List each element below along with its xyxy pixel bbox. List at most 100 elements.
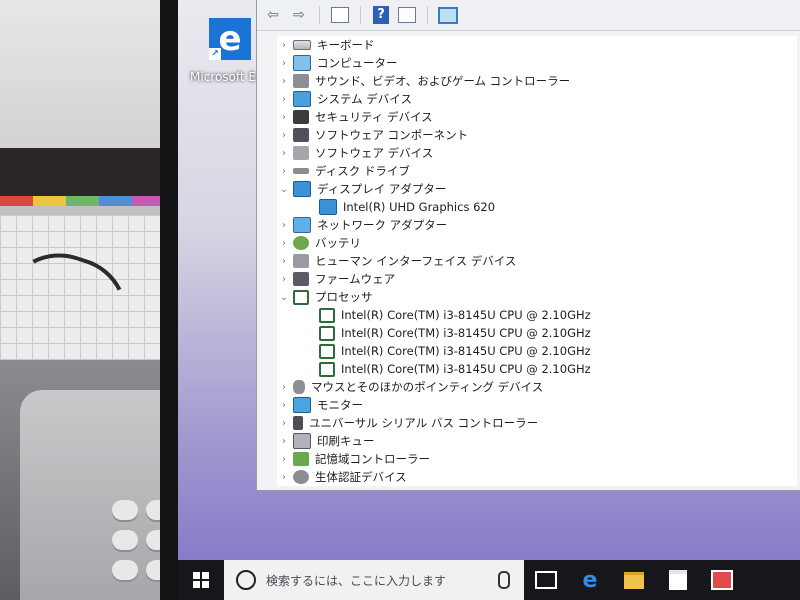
back-arrow-icon[interactable]: ⇦ [263, 5, 283, 25]
phone-key [112, 500, 138, 520]
chevron-right-icon[interactable]: › [277, 256, 291, 267]
device-category[interactable]: › サウンド、ビデオ、およびゲーム コントローラー [277, 72, 797, 90]
hid-icon [293, 254, 309, 268]
store-icon [669, 570, 687, 590]
device-category[interactable]: › セキュリティ デバイス [277, 108, 797, 126]
taskbar: 検索するには、ここに入力します e [178, 560, 800, 600]
device-category[interactable]: › ソフトウェア コンポーネント [277, 126, 797, 144]
chevron-right-icon[interactable]: › [277, 220, 291, 231]
taskbar-search-box[interactable]: 検索するには、ここに入力します [224, 560, 524, 600]
toolbar: ⇦ ⇨ ? [257, 0, 800, 31]
chevron-right-icon[interactable]: › [277, 400, 291, 411]
toolbar-separator [319, 6, 320, 24]
device-item[interactable]: Intel(R) Core(TM) i3-8145U CPU @ 2.10GHz [277, 324, 797, 342]
ruler-strip [0, 148, 165, 206]
network-icon [293, 217, 311, 233]
chevron-right-icon[interactable]: › [277, 472, 291, 483]
edge-taskbar-button[interactable]: e [568, 560, 612, 600]
show-hide-console-tree-button[interactable] [330, 5, 350, 25]
chevron-down-icon[interactable]: ⌄ [277, 184, 291, 195]
chevron-right-icon[interactable]: › [277, 274, 291, 285]
device-category[interactable]: › バッテリ [277, 234, 797, 252]
device-item-label: Intel(R) UHD Graphics 620 [343, 200, 496, 214]
device-category[interactable]: › 印刷キュー [277, 432, 797, 450]
forward-arrow-icon[interactable]: ⇨ [289, 5, 309, 25]
chevron-right-icon[interactable]: › [277, 148, 291, 159]
device-category-label: ソフトウェア コンポーネント [315, 128, 469, 142]
processor-icon [293, 289, 309, 305]
device-category-label: ディスク ドライブ [315, 164, 410, 178]
display-adapter-icon [319, 199, 337, 215]
desktop-screen: e ↗ Microsoft Ed ⇦ ⇨ ? › キーボード › コンピューター › サウ… [178, 0, 800, 572]
device-category[interactable]: › ネットワーク アダプター [277, 216, 797, 234]
device-item-label: Intel(R) Core(TM) i3-8145U CPU @ 2.10GHz [341, 344, 591, 358]
device-category[interactable]: › 生体認証デバイス [277, 468, 797, 486]
store-button[interactable] [656, 560, 700, 600]
device-category[interactable]: ⌄ ディスプレイ アダプター [277, 180, 797, 198]
shortcut-arrow-icon: ↗ [209, 48, 221, 60]
device-category-label: ヒューマン インターフェイス デバイス [315, 254, 517, 268]
device-category[interactable]: › システム デバイス [277, 90, 797, 108]
desk-phone [20, 390, 172, 600]
chevron-right-icon[interactable]: › [277, 58, 291, 69]
properties-icon [398, 7, 416, 23]
speaker-icon [293, 74, 309, 88]
device-category[interactable]: ⌄ プロセッサ [277, 288, 797, 306]
device-category-label: 印刷キュー [317, 434, 375, 448]
device-category[interactable]: › ファームウェア [277, 270, 797, 288]
device-item[interactable]: Intel(R) Core(TM) i3-8145U CPU @ 2.10GHz [277, 360, 797, 378]
software-device-icon [293, 146, 309, 160]
scan-hardware-button[interactable] [438, 5, 458, 25]
file-explorer-button[interactable] [612, 560, 656, 600]
chevron-right-icon[interactable]: › [277, 382, 291, 393]
processor-icon [319, 343, 335, 359]
device-category[interactable]: › ユニバーサル シリアル バス コントローラー [277, 414, 797, 432]
chevron-right-icon[interactable]: › [277, 40, 291, 51]
processor-icon [319, 325, 335, 341]
chevron-right-icon[interactable]: › [277, 130, 291, 141]
device-category-label: バッテリ [315, 236, 361, 250]
device-category-label: コンピューター [317, 56, 398, 70]
microphone-icon[interactable] [498, 571, 510, 589]
device-category[interactable]: › キーボード [277, 36, 797, 54]
device-category-label: ソフトウェア デバイス [315, 146, 434, 160]
device-category[interactable]: › マウスとそのほかのポインティング デバイス [277, 378, 797, 396]
chevron-right-icon[interactable]: › [277, 454, 291, 465]
gift-app-button[interactable] [700, 560, 744, 600]
usb-icon [293, 416, 303, 430]
chevron-right-icon[interactable]: › [277, 76, 291, 87]
device-item-label: Intel(R) Core(TM) i3-8145U CPU @ 2.10GHz [341, 362, 591, 376]
edge-icon: e [582, 567, 598, 593]
chevron-right-icon[interactable]: › [277, 94, 291, 105]
device-category[interactable]: › 記憶域コントローラー [277, 450, 797, 468]
start-button[interactable] [178, 560, 224, 600]
device-category-label: キーボード [317, 38, 375, 52]
device-category[interactable]: › コンピューター [277, 54, 797, 72]
device-item[interactable]: Intel(R) UHD Graphics 620 [277, 198, 797, 216]
battery-icon [293, 236, 309, 250]
device-category-label: 記憶域コントローラー [315, 452, 430, 466]
device-category-label: マウスとそのほかのポインティング デバイス [311, 380, 544, 394]
device-item[interactable]: Intel(R) Core(TM) i3-8145U CPU @ 2.10GHz [277, 342, 797, 360]
toolbar-separator [427, 6, 428, 24]
properties-button[interactable] [397, 5, 417, 25]
device-category[interactable]: › ディスク ドライブ [277, 162, 797, 180]
chevron-right-icon[interactable]: › [277, 436, 291, 447]
device-category[interactable]: › ヒューマン インターフェイス デバイス [277, 252, 797, 270]
chevron-right-icon[interactable]: › [277, 112, 291, 123]
chevron-right-icon[interactable]: › [277, 418, 291, 429]
chevron-right-icon[interactable]: › [277, 238, 291, 249]
device-category[interactable]: › ソフトウェア デバイス [277, 144, 797, 162]
chevron-down-icon[interactable]: ⌄ [277, 292, 291, 303]
help-button[interactable]: ? [371, 5, 391, 25]
task-view-button[interactable] [524, 560, 568, 600]
device-category-label: サウンド、ビデオ、およびゲーム コントローラー [315, 74, 571, 88]
device-category-label: セキュリティ デバイス [315, 110, 433, 124]
device-category[interactable]: › モニター [277, 396, 797, 414]
device-item[interactable]: Intel(R) Core(TM) i3-8145U CPU @ 2.10GHz [277, 306, 797, 324]
device-category-label: モニター [317, 398, 363, 412]
console-tree-icon [331, 7, 349, 23]
chevron-right-icon[interactable]: › [277, 166, 291, 177]
phone-key [112, 530, 138, 550]
device-category-label: プロセッサ [315, 290, 373, 304]
